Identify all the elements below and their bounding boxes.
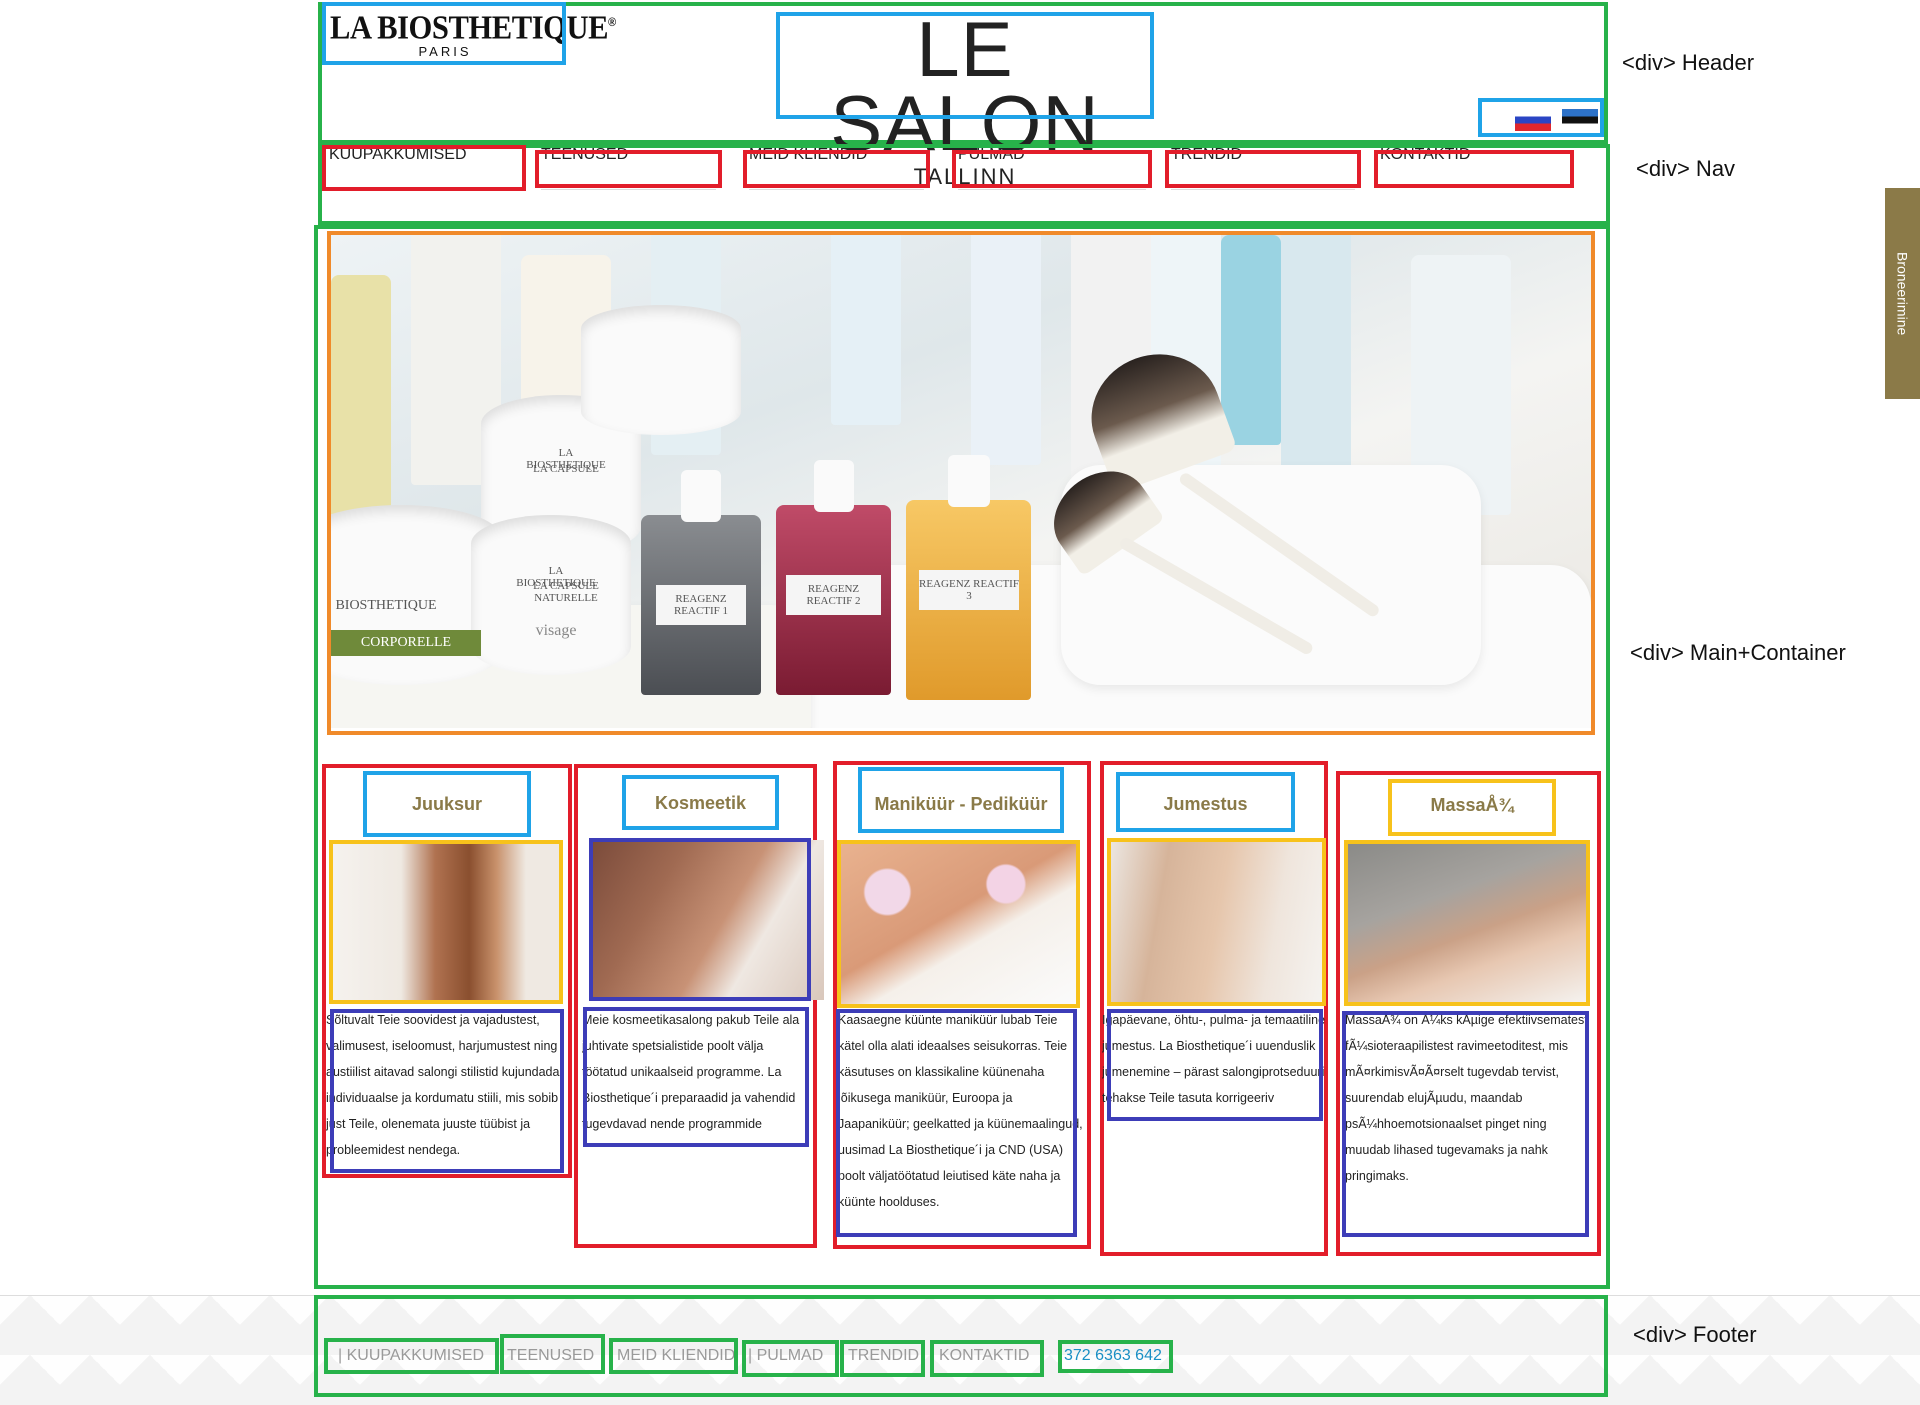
main-annotation: <div> Main+Container bbox=[1630, 640, 1846, 665]
service-title-manikuur-pedikuur[interactable]: Maniküür - Pediküür bbox=[858, 779, 1064, 829]
nav-item-outline bbox=[1374, 150, 1574, 188]
service-image-outline bbox=[1344, 840, 1590, 1006]
footer-annotation: <div> Footer bbox=[1633, 1322, 1757, 1347]
service-text-outline bbox=[583, 1007, 809, 1147]
brand-logo-outline bbox=[322, 2, 566, 65]
salon-logo-outline bbox=[776, 12, 1154, 119]
language-flags-outline bbox=[1478, 98, 1604, 137]
footer-link-outline bbox=[930, 1340, 1044, 1377]
service-title-juuksur[interactable]: Juuksur bbox=[363, 779, 531, 829]
nav-item-outline bbox=[952, 150, 1152, 188]
service-image-outline bbox=[1107, 838, 1326, 1006]
footer-link-outline bbox=[609, 1338, 738, 1374]
service-text-outline bbox=[1107, 1009, 1323, 1121]
service-text-outline bbox=[1342, 1011, 1589, 1237]
nav-item-outline bbox=[535, 150, 722, 188]
service-image-outline bbox=[329, 840, 563, 1004]
nav-item-outline bbox=[322, 145, 526, 191]
hero-outline bbox=[327, 231, 1595, 735]
service-title-jumestus[interactable]: Jumestus bbox=[1116, 779, 1295, 829]
service-title-kosmeetik[interactable]: Kosmeetik bbox=[622, 778, 779, 828]
footer-phone-outline bbox=[1058, 1340, 1173, 1373]
service-title-massaaz[interactable]: MassaÅ¾ bbox=[1388, 780, 1556, 830]
nav-item-outline bbox=[743, 150, 930, 188]
footer-link-outline bbox=[840, 1340, 925, 1377]
service-image-outline bbox=[589, 838, 811, 1001]
footer-link-outline bbox=[742, 1340, 839, 1377]
service-text-outline bbox=[836, 1009, 1077, 1237]
nav-annotation: <div> Nav bbox=[1636, 156, 1736, 181]
header-annotation: <div> Header bbox=[1622, 50, 1755, 75]
footer-link-outline bbox=[500, 1334, 605, 1374]
footer-link-outline bbox=[324, 1338, 499, 1374]
service-text-outline bbox=[330, 1009, 564, 1173]
nav-item-outline bbox=[1165, 150, 1361, 188]
service-card-outline bbox=[574, 764, 817, 1248]
service-image-outline bbox=[837, 840, 1080, 1008]
booking-tab[interactable]: Broneerimine bbox=[1885, 188, 1920, 399]
